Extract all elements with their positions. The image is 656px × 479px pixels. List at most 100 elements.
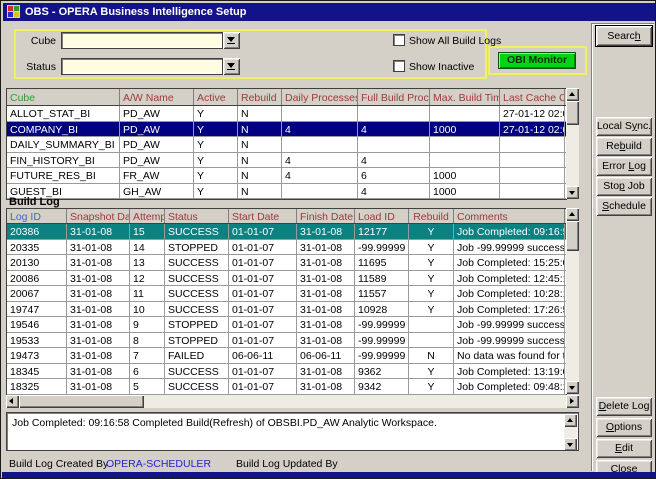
table-cell: 31-01-08 — [297, 286, 355, 301]
arrow-left-icon — [9, 398, 13, 404]
message-box-scrollbar[interactable] — [564, 414, 577, 451]
table-cell: SUCCESS — [165, 379, 229, 394]
show-inactive-checkbox[interactable] — [393, 60, 405, 72]
table-row[interactable]: ALLOT_STAT_BIPD_AWYN27-01-12 02:05 PM — [7, 106, 566, 122]
table-row[interactable]: FUTURE_RES_BIFR_AWYN461000 — [7, 168, 566, 184]
table-row[interactable]: 1834531-01-086SUCCESS01-01-0731-01-08936… — [7, 364, 566, 380]
table-row[interactable]: COMPANY_BIPD_AWYN44100027-01-12 02:05 PM — [7, 122, 566, 138]
table-row[interactable]: 1953331-01-088STOPPED01-01-0731-01-08-99… — [7, 333, 566, 349]
table-cell: 01-01-07 — [229, 302, 297, 317]
table-cell: 10 — [130, 302, 165, 317]
table-cell: Job -99.99999 successfully — [454, 333, 565, 348]
scroll-down-button[interactable] — [566, 381, 579, 394]
scroll-up-button[interactable] — [566, 208, 579, 221]
table-cell: 9342 — [355, 379, 409, 394]
table-row[interactable]: 1832531-01-085SUCCESS01-01-0731-01-08934… — [7, 379, 566, 395]
column-header: Max. Build Time — [430, 89, 500, 105]
table-cell: Job Completed: 12:45:17 C — [454, 271, 565, 286]
table-cell: Job Completed: 13:19:01 C — [454, 364, 565, 379]
build-log-hscrollbar[interactable] — [6, 395, 579, 408]
table-cell: PD_AW — [120, 122, 194, 137]
table-row[interactable]: 2033531-01-0814STOPPED01-01-0731-01-08-9… — [7, 240, 566, 256]
delete-log-button[interactable]: Delete Log — [596, 397, 652, 416]
table-cell: Y — [409, 286, 454, 301]
table-cell: 20130 — [7, 255, 67, 270]
table-cell: 8 — [130, 333, 165, 348]
scrollbar-thumb[interactable] — [566, 221, 579, 251]
search-button[interactable]: Search — [596, 26, 652, 46]
table-cell: 31-01-08 — [67, 240, 130, 255]
rebuild-button[interactable]: Rebuild — [596, 137, 652, 156]
table-cell: 01-01-07 — [229, 333, 297, 348]
build-log-scrollbar[interactable] — [566, 208, 579, 394]
arrow-up-icon — [567, 418, 573, 422]
table-row[interactable]: DAILY_SUMMARY_BIPD_AWYN — [7, 137, 566, 153]
scroll-up-button[interactable] — [564, 414, 577, 427]
table-cell: ALLOT_STAT_BI — [7, 106, 120, 121]
column-header: Snapshot Date — [67, 209, 130, 223]
table-row[interactable]: 2013031-01-0813SUCCESS01-01-0731-01-0811… — [7, 255, 566, 271]
schedule-button[interactable]: Schedule — [596, 197, 652, 216]
cube-table-scrollbar[interactable] — [566, 88, 579, 199]
column-header: Comments — [454, 209, 565, 223]
local-sync-button[interactable]: Local Sync. — [596, 117, 652, 136]
table-row[interactable]: 1974731-01-0810SUCCESS01-01-0731-01-0810… — [7, 302, 566, 318]
table-cell: 11695 — [355, 255, 409, 270]
table-cell: 31-01-08 — [67, 333, 130, 348]
created-by-label: Build Log Created By — [9, 458, 108, 470]
table-row[interactable]: GUEST_BIGH_AWYN41000 — [7, 184, 566, 200]
table-cell: Y — [194, 153, 238, 168]
table-cell: SUCCESS — [165, 271, 229, 286]
table-cell: 31-01-08 — [67, 302, 130, 317]
scrollbar-thumb[interactable] — [566, 101, 579, 125]
table-cell: FIN_HISTORY_BI — [7, 153, 120, 168]
table-cell: Y — [409, 255, 454, 270]
table-cell: 31-01-08 — [67, 286, 130, 301]
options-button[interactable]: Options — [596, 418, 652, 437]
show-all-build-logs-checkbox[interactable] — [393, 34, 405, 46]
title-bar: OBS - OPERA Business Intelligence Setup — [3, 3, 655, 21]
scroll-up-button[interactable] — [566, 88, 579, 101]
table-row[interactable]: 1947331-01-087FAILED06-06-1106-06-11-99.… — [7, 348, 566, 364]
error-log-button[interactable]: Error Log — [596, 157, 652, 176]
table-row[interactable]: 2006731-01-0811SUCCESS01-01-0731-01-0811… — [7, 286, 566, 302]
table-cell: 11 — [130, 286, 165, 301]
scroll-down-button[interactable] — [564, 438, 577, 451]
scroll-left-button[interactable] — [6, 395, 19, 408]
comment-message-box[interactable]: Job Completed: 09:16:58 Completed Build(… — [6, 412, 579, 451]
table-cell: -99.99999 — [355, 240, 409, 255]
column-header: Rebuild — [409, 209, 454, 223]
table-row[interactable]: 1954631-01-089STOPPED01-01-0731-01-08-99… — [7, 317, 566, 333]
cube-dropdown-button[interactable] — [223, 32, 240, 49]
table-cell: Y — [194, 168, 238, 183]
stop-job-button[interactable]: Stop Job — [596, 177, 652, 196]
table-row[interactable]: 2008631-01-0812SUCCESS01-01-0731-01-0811… — [7, 271, 566, 287]
table-cell: FUTURE_RES_BI — [7, 168, 120, 183]
scroll-right-button[interactable] — [566, 395, 579, 408]
status-input[interactable] — [61, 58, 223, 75]
table-cell: 12 — [130, 271, 165, 286]
table-row[interactable]: FIN_HISTORY_BIPD_AWYN44 — [7, 153, 566, 169]
cube-input[interactable] — [61, 32, 223, 49]
edit-button[interactable]: Edit — [596, 439, 652, 458]
table-cell: 01-01-07 — [229, 379, 297, 394]
table-cell: SUCCESS — [165, 224, 229, 239]
table-row[interactable]: 2038631-01-0815SUCCESS01-01-0731-01-0812… — [7, 224, 566, 240]
table-cell: Y — [409, 224, 454, 239]
table-cell: Y — [194, 122, 238, 137]
table-cell — [409, 333, 454, 348]
cube-label: Cube — [9, 35, 56, 47]
obi-monitor-button[interactable]: OBI Monitor — [498, 52, 576, 69]
table-cell: 31-01-08 — [297, 379, 355, 394]
table-cell: STOPPED — [165, 317, 229, 332]
table-cell: 31-01-08 — [297, 240, 355, 255]
table-cell: Y — [409, 379, 454, 394]
status-dropdown-button[interactable] — [223, 58, 240, 75]
table-cell: 11557 — [355, 286, 409, 301]
scrollbar-thumb[interactable] — [19, 395, 144, 408]
table-cell: 13 — [130, 255, 165, 270]
table-cell: 6 — [358, 168, 430, 183]
scroll-down-button[interactable] — [566, 186, 579, 199]
table-cell: 06-06-11 — [297, 348, 355, 363]
table-cell: Y — [194, 184, 238, 199]
